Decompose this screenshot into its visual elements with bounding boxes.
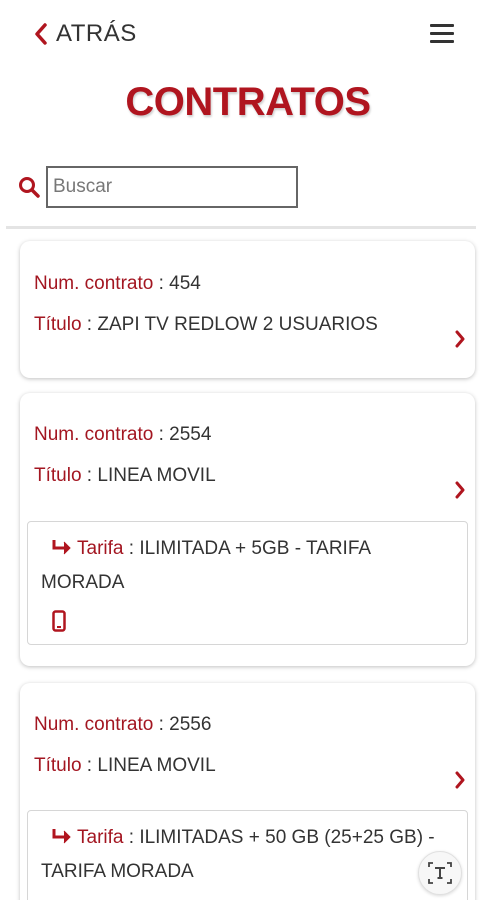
back-label: ATRÁS [56,20,137,47]
tarifa-text: Tarifa : ILIMITADA + 5GB - TARIFA MORADA [41,538,371,593]
contract-title: Título : ZAPI TV REDLOW 2 USUARIOS [34,314,378,335]
text-resize-button[interactable] [418,851,462,895]
contract-number: Num. contrato : 454 [34,273,201,294]
chevron-left-icon [35,23,47,45]
reply-arrow-icon [52,829,71,844]
page-title: CONTRATOS [125,80,371,124]
contract-title: Título : LINEA MOVIL [34,755,216,776]
tarifa-box: Tarifa : ILIMITADA + 5GB - TARIFA MORADA [27,521,468,645]
contract-card[interactable]: Num. contrato : 2556 Título : LINEA MOVI… [20,683,475,900]
chevron-right-icon[interactable] [454,771,466,789]
contract-number: Num. contrato : 2556 [34,714,212,735]
mobile-phone-icon [52,610,66,632]
top-bar: ATRÁS [0,0,483,66]
tarifa-box: Tarifa : ILIMITADAS + 50 GB (25+25 GB) -… [27,810,468,900]
tarifa-text: Tarifa : ILIMITADAS + 50 GB (25+25 GB) -… [41,827,435,882]
contract-number: Num. contrato : 2554 [34,424,212,445]
search-input[interactable] [46,166,298,208]
text-resize-icon [428,862,452,884]
contract-card[interactable]: Num. contrato : 2554 Título : LINEA MOVI… [20,393,475,666]
divider [6,226,476,229]
search-bar [18,166,298,208]
search-icon[interactable] [18,176,40,198]
hamburger-icon[interactable] [430,24,456,44]
back-button[interactable]: ATRÁS [34,20,137,48]
reply-arrow-icon [52,540,71,555]
contract-title: Título : LINEA MOVIL [34,465,216,486]
chevron-right-icon[interactable] [454,330,466,348]
chevron-right-icon[interactable] [454,481,466,499]
contract-card[interactable]: Num. contrato : 454 Título : ZAPI TV RED… [20,241,475,378]
